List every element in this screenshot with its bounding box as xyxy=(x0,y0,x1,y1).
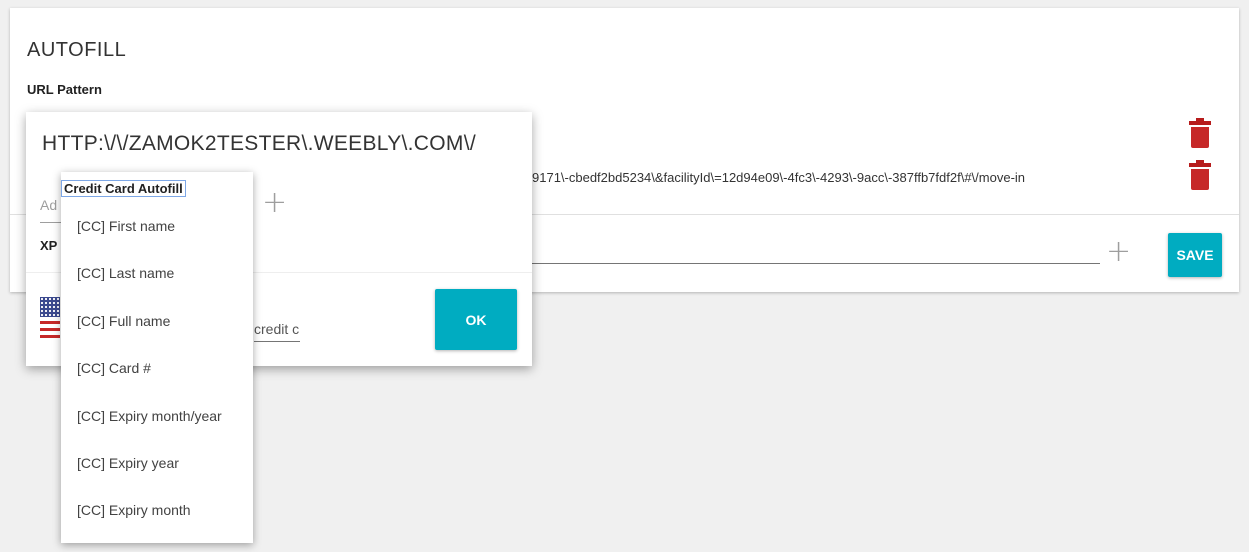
xpath-input[interactable] xyxy=(530,263,1100,264)
credit-card-autofill-menu: Credit Card Autofill [CC] First name [CC… xyxy=(61,172,253,543)
plus-icon[interactable]: + xyxy=(1106,237,1131,267)
dialog-url-pattern: HTTP:\/\/ZAMOK2TESTER\.WEEBLY\.COM\/ xyxy=(42,132,476,155)
url-pattern-label: URL Pattern xyxy=(27,82,102,97)
menu-item-full-name[interactable]: [CC] Full name xyxy=(77,313,170,329)
plus-icon[interactable]: + xyxy=(262,188,287,218)
save-button[interactable]: SAVE xyxy=(1168,233,1222,277)
menu-item-expiry-month[interactable]: [CC] Expiry month xyxy=(77,502,191,518)
us-flag-icon[interactable] xyxy=(40,297,60,343)
menu-item-expiry-month-year[interactable]: [CC] Expiry month/year xyxy=(77,408,222,424)
menu-header: Credit Card Autofill xyxy=(61,180,186,197)
credit-card-field[interactable]: credit c xyxy=(254,321,300,337)
card-title: AUTOFILL xyxy=(27,39,127,61)
menu-item-last-name[interactable]: [CC] Last name xyxy=(77,265,174,281)
menu-item-expiry-year[interactable]: [CC] Expiry year xyxy=(77,455,179,471)
add-input-placeholder[interactable]: Ad xyxy=(40,197,57,213)
menu-item-first-name[interactable]: [CC] First name xyxy=(77,218,175,234)
trash-icon[interactable] xyxy=(1189,160,1211,190)
xpath-label: XP xyxy=(40,238,58,253)
credit-card-field-underline xyxy=(254,341,300,342)
ok-button[interactable]: OK xyxy=(435,289,517,350)
trash-icon[interactable] xyxy=(1189,118,1211,148)
url-pattern-row: 9171\-cbedf2bd5234\&facilityId\=12d94e09… xyxy=(532,170,1026,185)
menu-item-card-number[interactable]: [CC] Card # xyxy=(77,360,151,376)
